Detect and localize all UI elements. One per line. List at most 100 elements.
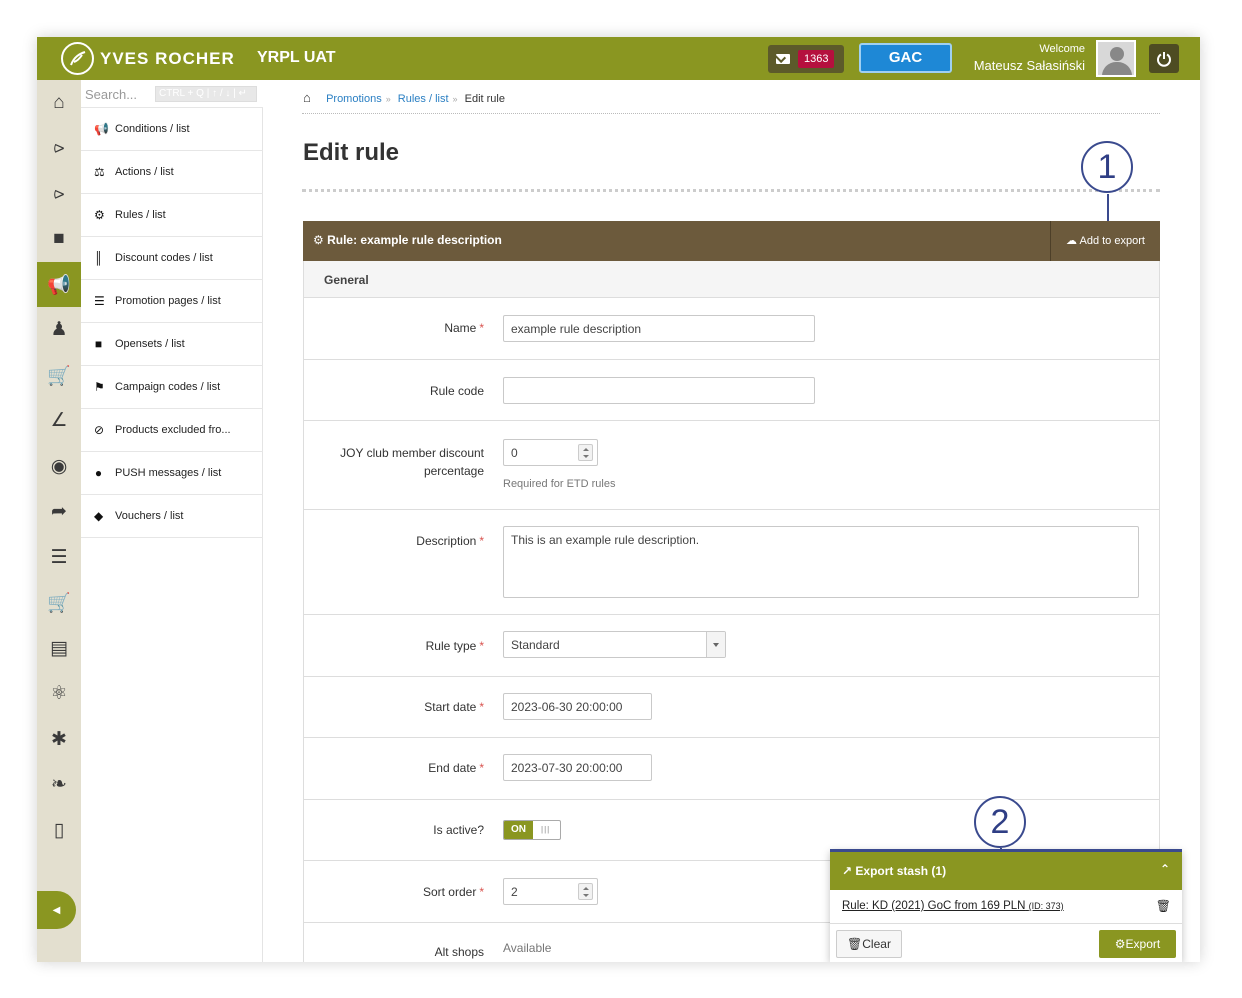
- tag-icon: ◆: [94, 509, 104, 523]
- is-active-label: Is active?: [433, 823, 484, 837]
- rail-globe[interactable]: ◉: [37, 444, 81, 489]
- top-bar: YVES ROCHER YRPL UAT 1363 GAC Welcome Ma…: [37, 37, 1200, 80]
- brand-name: YVES ROCHER: [100, 49, 235, 68]
- joy-discount-input[interactable]: 0: [503, 439, 598, 466]
- app-window: YVES ROCHER YRPL UAT 1363 GAC Welcome Ma…: [37, 37, 1200, 962]
- rail-promotions[interactable]: 📢: [37, 262, 81, 307]
- description-textarea[interactable]: This is an example rule description.: [503, 526, 1139, 598]
- rail-share-1[interactable]: ⪧: [37, 125, 81, 170]
- rail-leaf[interactable]: ❧: [37, 762, 81, 807]
- rail-cart-1[interactable]: 🛒: [37, 353, 81, 398]
- rail-sliders[interactable]: ☰: [37, 535, 81, 580]
- rail-share-2[interactable]: ⪧: [37, 171, 81, 216]
- search-shortcut-hint: CTRL + Q | ↑ / ↓ | ↵: [155, 86, 257, 102]
- external-link-icon: ↗: [842, 864, 856, 878]
- cart-icon: 🛒: [47, 592, 71, 614]
- sort-order-input[interactable]: 2: [503, 878, 598, 905]
- submenu-promotion-pages[interactable]: ☰ Promotion pages / list: [81, 280, 263, 323]
- megaphone-icon: 📢: [94, 122, 109, 136]
- breadcrumb-current: Edit rule: [464, 93, 505, 105]
- rail-cart-2[interactable]: 🛒: [37, 580, 81, 625]
- start-date-input[interactable]: 2023-06-30 20:00:00: [503, 693, 652, 720]
- rail-asterisk[interactable]: ✱: [37, 717, 81, 762]
- rail-folder[interactable]: ■: [37, 216, 81, 261]
- user-name[interactable]: Mateusz Sałasiński: [974, 58, 1085, 73]
- rail-id-card[interactable]: ▤: [37, 626, 81, 671]
- user-silhouette-icon: [1110, 47, 1124, 61]
- submenu-discount-codes[interactable]: ║ Discount codes / list: [81, 237, 263, 280]
- submenu-rules[interactable]: ⚙ Rules / list: [81, 194, 263, 237]
- leaf-icon: ❧: [51, 774, 67, 795]
- rail-users[interactable]: ♟: [37, 307, 81, 352]
- export-stash-header[interactable]: ↗ Export stash (1) ⌃: [830, 852, 1182, 890]
- menu-search: CTRL + Q | ↑ / ↓ | ↵: [81, 80, 263, 108]
- environment-label: YRPL UAT: [257, 49, 336, 66]
- field-row-end-date: End date * 2023-07-30 20:00:00: [304, 738, 1159, 800]
- trash-icon[interactable]: 🗑: [1156, 899, 1171, 913]
- logout-button[interactable]: [1149, 44, 1179, 73]
- submenu-products-excluded[interactable]: ⊘ Products excluded fro...: [81, 409, 263, 452]
- breadcrumb-promotions[interactable]: Promotions: [326, 93, 382, 105]
- number-spinner[interactable]: [578, 444, 593, 461]
- submenu-campaign-codes[interactable]: ⚑ Campaign codes / list: [81, 366, 263, 409]
- ban-icon: ⊘: [94, 423, 105, 437]
- rail-forward[interactable]: ➦: [37, 489, 81, 534]
- barcode-icon: ║: [94, 251, 103, 265]
- annotation-callout-2: 2: [974, 796, 1026, 848]
- panel-title: ⚙ Rule: example rule description: [313, 233, 502, 247]
- gears-icon: ⚙: [1114, 937, 1126, 951]
- cloud-download-icon: ☁: [1066, 235, 1080, 247]
- list-icon: ☰: [94, 294, 105, 308]
- add-to-export-button[interactable]: ☁ Add to export: [1050, 221, 1160, 261]
- atom-icon: ⚛: [50, 683, 68, 704]
- forward-icon: ➦: [51, 501, 67, 522]
- submenu-actions[interactable]: ⚖ Actions / list: [81, 151, 263, 194]
- field-row-name: Name * example rule description: [304, 298, 1159, 360]
- name-input[interactable]: example rule description: [503, 315, 815, 342]
- store-switch-button[interactable]: GAC: [859, 43, 952, 73]
- rule-type-select[interactable]: Standard: [503, 631, 726, 658]
- submenu-vouchers[interactable]: ◆ Vouchers / list: [81, 495, 263, 538]
- rail-atom[interactable]: ⚛: [37, 671, 81, 716]
- double-chevron-up-icon[interactable]: ⌃: [1160, 862, 1170, 876]
- breadcrumb: ⌂ Promotions» Rules / list» Edit rule: [303, 90, 505, 105]
- stash-item-link[interactable]: Rule: KD (2021) GoC from 169 PLN (ID: 37…: [842, 900, 1064, 912]
- name-label: Name *: [444, 321, 484, 335]
- rail-home[interactable]: ⌂: [37, 80, 81, 125]
- export-button[interactable]: ⚙Export: [1099, 930, 1176, 958]
- share-icon: ⪧: [53, 136, 65, 158]
- avatar[interactable]: [1096, 40, 1136, 77]
- collapse-sidebar-button[interactable]: ◀: [37, 891, 76, 929]
- clear-button[interactable]: 🗑Clear: [836, 930, 902, 958]
- share-icon: ⪧: [53, 182, 65, 204]
- promotions-submenu: CTRL + Q | ↑ / ↓ | ↵ 📢Conditions / list …: [81, 80, 263, 962]
- home-icon[interactable]: ⌂: [303, 90, 317, 105]
- field-row-start-date: Start date * 2023-06-30 20:00:00: [304, 677, 1159, 738]
- messages-count-badge: 1363: [798, 50, 835, 68]
- cart-icon: 🛒: [47, 365, 71, 387]
- submenu-push-messages[interactable]: ● PUSH messages / list: [81, 452, 263, 495]
- envelope-icon: [776, 54, 790, 64]
- messages-button[interactable]: 1363: [768, 45, 844, 73]
- breadcrumb-rules-list[interactable]: Rules / list: [398, 93, 449, 105]
- description-label: Description *: [416, 534, 484, 548]
- folder-icon: ■: [53, 227, 65, 249]
- rule-code-input[interactable]: [503, 377, 815, 404]
- yves-rocher-logo[interactable]: [61, 42, 94, 75]
- globe-icon: ◉: [50, 456, 68, 477]
- submenu-conditions[interactable]: 📢 Conditions / list: [81, 108, 263, 151]
- folder-icon: ■: [94, 337, 103, 351]
- toggle-grip-icon: |||: [541, 825, 551, 834]
- is-active-toggle[interactable]: ON |||: [503, 820, 561, 840]
- alt-shops-available: Available: [503, 941, 552, 955]
- comment-icon: ●: [94, 466, 103, 480]
- megaphone-icon: 📢: [47, 274, 71, 296]
- number-spinner[interactable]: [578, 883, 593, 900]
- joy-discount-label: JOY club member discount percentage: [340, 446, 484, 478]
- rail-mobile[interactable]: ▯: [37, 808, 81, 853]
- sliders-icon: ☰: [50, 547, 68, 568]
- end-date-input[interactable]: 2023-07-30 20:00:00: [503, 754, 652, 781]
- submenu-opensets[interactable]: ■ Opensets / list: [81, 323, 263, 366]
- rail-chart[interactable]: ∠: [37, 398, 81, 443]
- annotation-callout-1: 1: [1081, 141, 1133, 193]
